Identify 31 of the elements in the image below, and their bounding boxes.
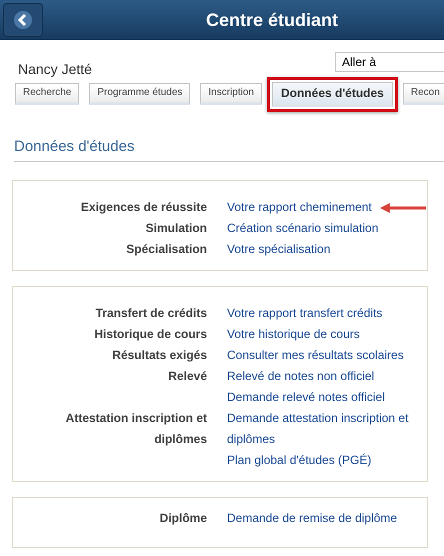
link[interactable]: Demande attestation inscription et diplômes [227, 408, 419, 450]
link[interactable]: Votre historique de cours [227, 324, 360, 345]
field-label: Attestation inscription et diplômes [64, 410, 207, 448]
back-icon [14, 11, 32, 29]
field-label: Transfert de crédits [94, 305, 207, 322]
link[interactable]: Demande relevé notes officiel [227, 387, 385, 408]
link[interactable]: Consulter mes résultats scolaires [227, 345, 404, 366]
field-label: Diplôme [158, 510, 207, 527]
link[interactable]: Plan global d'études (PGÉ) [227, 450, 372, 471]
back-button[interactable] [3, 3, 43, 37]
link[interactable]: Votre rapport transfert crédits [227, 303, 382, 324]
field-label: Exigences de réussite [80, 199, 207, 216]
tab[interactable]: Recon [402, 83, 444, 105]
link[interactable]: Votre spécialisation [227, 239, 330, 260]
student-name: Nancy Jetté [18, 61, 92, 78]
section-heading: Données d'études [14, 138, 444, 162]
tab[interactable]: Recherche [15, 83, 80, 105]
field-label: Relevé [167, 368, 207, 385]
goto-dropdown[interactable]: Aller à [335, 52, 444, 72]
field-label: Résultats exigés [111, 347, 207, 364]
tab[interactable]: Données d'études [272, 82, 393, 107]
tab[interactable]: Inscription [200, 83, 262, 105]
field-label: Spécialisation [125, 241, 207, 258]
link[interactable]: Votre rapport cheminement [227, 197, 372, 218]
field-label: Historique de cours [93, 326, 207, 343]
link[interactable]: Demande de remise de diplôme [227, 508, 398, 529]
field-label: Simulation [144, 220, 207, 237]
tab[interactable]: Programme études [89, 83, 190, 105]
link[interactable]: Relevé de notes non officiel [227, 366, 374, 387]
page-title: Centre étudiant [206, 10, 338, 30]
link[interactable]: Création scénario simulation [227, 218, 378, 239]
